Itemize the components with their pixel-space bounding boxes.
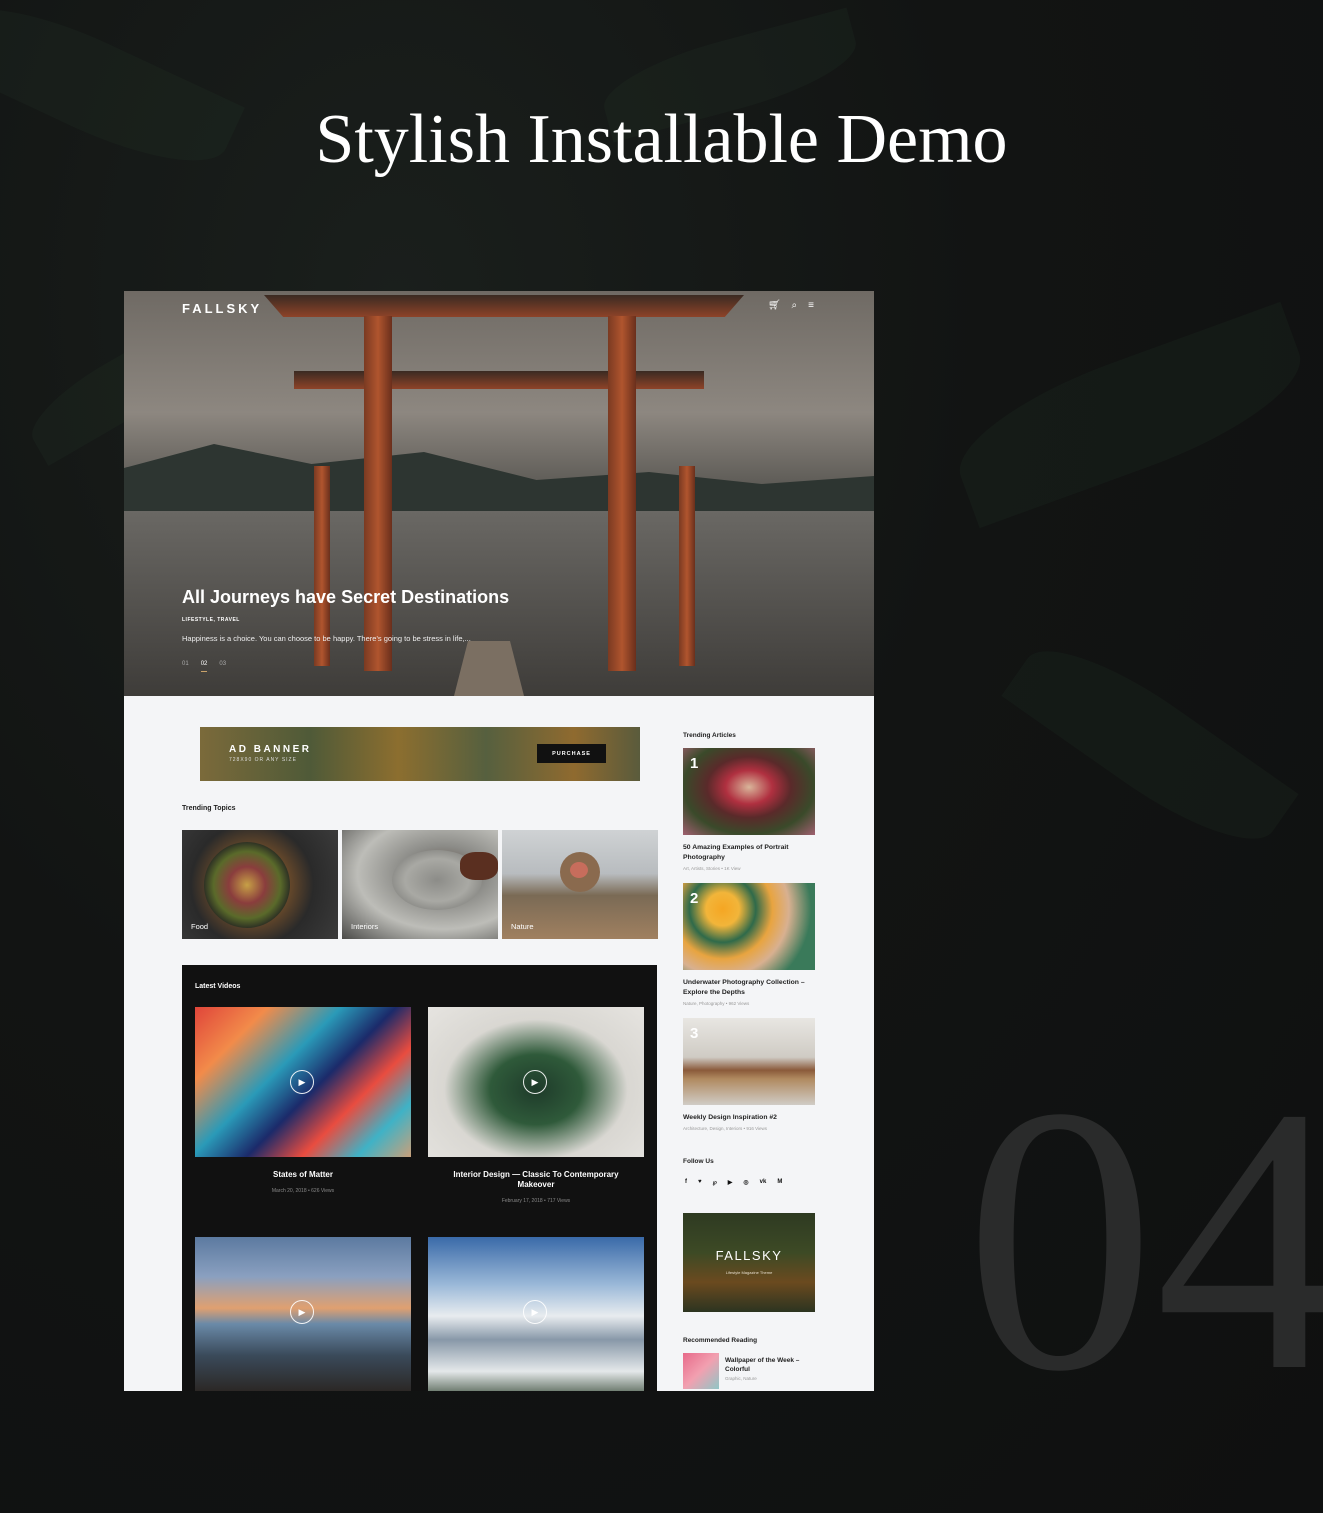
hero-categories[interactable]: LIFESTYLE, TRAVEL xyxy=(182,617,240,623)
article-title[interactable]: Underwater Photography Collection – Expl… xyxy=(683,978,817,998)
trending-article[interactable]: 3 Weekly Design Inspiration #2 Architect… xyxy=(683,1018,817,1138)
article-thumbnail xyxy=(683,883,815,970)
play-icon[interactable]: ▶ xyxy=(290,1300,314,1324)
article-rank: 1 xyxy=(690,755,699,772)
background-leaf xyxy=(942,301,1318,529)
hero-mountains xyxy=(124,444,874,516)
page-headline: Stylish Installable Demo xyxy=(315,101,1008,178)
video-card[interactable]: ▶ States of Matter March 20, 2018 • 626 … xyxy=(195,1007,411,1215)
article-title[interactable]: 50 Amazing Examples of Portrait Photogra… xyxy=(683,843,817,863)
food-plate xyxy=(204,842,290,928)
torii-support-right xyxy=(679,466,695,666)
trending-topics-title: Trending Topics xyxy=(182,805,236,812)
trending-article[interactable]: 2 Underwater Photography Collection – Ex… xyxy=(683,883,817,1008)
cart-icon[interactable]: 🛒︎ xyxy=(768,300,781,311)
menu-icon[interactable]: ≡ xyxy=(808,300,814,311)
video-meta: March 20, 2018 • 626 Views xyxy=(271,1188,335,1194)
demo-preview: FALLSKY 🛒︎ ⌕ ≡ All Journeys have Secret … xyxy=(124,291,874,1391)
video-card[interactable]: ▶ Interior Design — Classic To Contempor… xyxy=(428,1007,644,1215)
recommended-title: Recommended Reading xyxy=(683,1337,758,1344)
recommended-item-title[interactable]: Wallpaper of the Week – Colorful xyxy=(725,1356,815,1374)
topic-label: Interiors xyxy=(351,922,379,931)
demo-number: 04 xyxy=(965,1060,1323,1420)
bowl xyxy=(460,852,498,880)
latest-videos-section: Latest Videos ▶ States of Matter March 2… xyxy=(182,965,657,1391)
social-icons: f ♥ ℘ ▶ ◎ vk M xyxy=(685,1179,782,1186)
topic-card-nature[interactable]: Nature xyxy=(502,830,658,939)
ad-banner[interactable]: AD BANNER 728X90 OR ANY SIZE PURCHASE xyxy=(200,727,640,781)
article-meta: Art, Artists, Stories • 1K View xyxy=(683,866,741,871)
trending-article[interactable]: 1 50 Amazing Examples of Portrait Photog… xyxy=(683,748,817,873)
header-icons: 🛒︎ ⌕ ≡ xyxy=(768,300,814,311)
search-icon[interactable]: ⌕ xyxy=(792,300,798,311)
torii-pillar-right xyxy=(608,316,636,671)
pager-item[interactable]: 03 xyxy=(219,661,226,672)
promo-tagline: Lifestyle Magazine Theme xyxy=(725,1270,773,1275)
video-title[interactable]: States of Matter xyxy=(205,1170,401,1180)
article-meta: Nature, Photography • 962 Views xyxy=(683,1001,750,1006)
pager-item[interactable]: 01 xyxy=(182,661,189,672)
pinterest-icon[interactable]: ℘ xyxy=(713,1179,717,1186)
video-title[interactable]: Interior Design — Classic To Contemporar… xyxy=(438,1170,634,1190)
article-title[interactable]: Weekly Design Inspiration #2 xyxy=(683,1113,817,1123)
video-card[interactable]: ▶ xyxy=(195,1237,411,1391)
promo-banner[interactable]: FALLSKY Lifestyle Magazine Theme xyxy=(683,1213,815,1312)
hero-post-title[interactable]: All Journeys have Secret Destinations xyxy=(182,587,509,608)
play-icon[interactable]: ▶ xyxy=(290,1070,314,1094)
video-meta: February 17, 2018 • 717 Views xyxy=(501,1198,571,1204)
promo-logo: FALLSKY xyxy=(715,1248,783,1263)
purchase-button[interactable]: PURCHASE xyxy=(537,744,606,763)
monkey-face xyxy=(570,862,588,878)
torii-middle-beam xyxy=(294,371,704,389)
topic-label: Nature xyxy=(511,922,534,931)
topic-label: Food xyxy=(191,922,209,931)
ad-subtitle: 728X90 OR ANY SIZE xyxy=(229,757,297,763)
pager-item-active[interactable]: 02 xyxy=(200,661,208,672)
latest-videos-title: Latest Videos xyxy=(195,983,241,990)
article-thumbnail xyxy=(683,1018,815,1105)
article-rank: 2 xyxy=(690,890,699,907)
topic-card-food[interactable]: Food xyxy=(182,830,338,939)
article-meta: Architecture, Design, Interiors • 916 Vi… xyxy=(683,1126,768,1131)
video-card[interactable]: ▶ xyxy=(428,1237,644,1391)
torii-pillar-left xyxy=(364,316,392,671)
youtube-icon[interactable]: ▶ xyxy=(728,1179,733,1186)
vk-icon[interactable]: vk xyxy=(760,1179,767,1186)
site-logo[interactable]: FALLSKY xyxy=(182,301,262,316)
recommended-item-meta: Graphic, Nature xyxy=(725,1376,757,1381)
background-leaf xyxy=(1001,622,1299,868)
recommended-thumbnail[interactable] xyxy=(683,1353,719,1389)
medium-icon[interactable]: M xyxy=(777,1179,782,1186)
facebook-icon[interactable]: f xyxy=(685,1179,687,1186)
article-thumbnail xyxy=(683,748,815,835)
ad-title: AD BANNER xyxy=(229,744,312,755)
slider-pager: 01 02 03 xyxy=(182,661,226,672)
trending-articles-title: Trending Articles xyxy=(683,732,736,739)
twitter-icon[interactable]: ♥ xyxy=(698,1179,702,1186)
follow-us-title: Follow Us xyxy=(683,1158,714,1165)
article-rank: 3 xyxy=(690,1025,699,1042)
play-icon[interactable]: ▶ xyxy=(523,1070,547,1094)
hero-slider[interactable]: FALLSKY 🛒︎ ⌕ ≡ All Journeys have Secret … xyxy=(124,291,874,696)
play-icon[interactable]: ▶ xyxy=(523,1300,547,1324)
topic-card-interiors[interactable]: Interiors xyxy=(342,830,498,939)
instagram-icon[interactable]: ◎ xyxy=(743,1179,748,1186)
torii-top-beam xyxy=(264,295,744,317)
hero-excerpt: Happiness is a choice. You can choose to… xyxy=(182,634,471,643)
